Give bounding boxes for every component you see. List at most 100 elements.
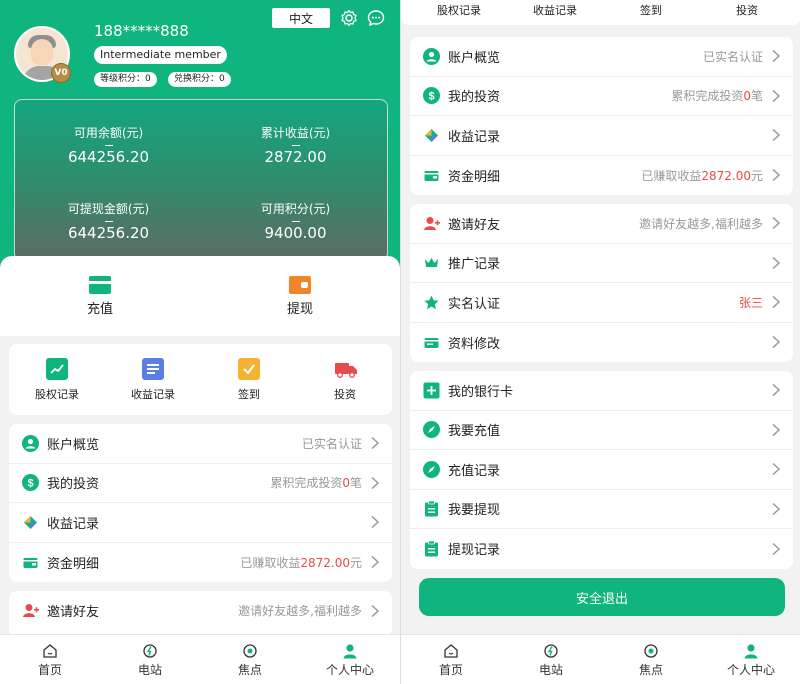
- target-icon: [644, 643, 658, 658]
- profile-header: V0 188*****888 Intermediate member 等级积分：…: [0, 0, 400, 300]
- menu-invite-friends[interactable]: 邀请好友 邀请好友越多,福利越多: [9, 591, 392, 631]
- dollar-circle-icon: $: [423, 87, 440, 105]
- menu-promo-records[interactable]: 推广记录: [410, 244, 793, 283]
- chevron-right-icon: [371, 516, 380, 529]
- quick-invest[interactable]: 投资: [297, 344, 393, 415]
- language-button[interactable]: 中文: [272, 8, 330, 28]
- menu-withdraw-records[interactable]: 提现记录: [410, 529, 793, 569]
- chevron-right-icon: [772, 50, 781, 63]
- bottom-tab-bar: 首页 电站 焦点 个人中心: [0, 634, 400, 684]
- menu-account-overview[interactable]: 账户概览 已实名认证: [9, 424, 392, 464]
- target-icon: [243, 643, 257, 658]
- compass-icon: [423, 460, 440, 478]
- available-balance: 可用余额(元) 644256.20: [67, 126, 150, 166]
- svg-text:$: $: [27, 478, 33, 490]
- chevron-right-icon: [371, 604, 380, 617]
- power-station-icon: [544, 643, 558, 658]
- plus-square-icon: [423, 382, 440, 399]
- diamond-icon: [24, 515, 37, 529]
- exchange-points: 兑换积分：0: [168, 72, 231, 87]
- quick-equity-records[interactable]: 股权记录: [409, 2, 509, 18]
- menu-invite-friends[interactable]: 邀请好友 邀请好友越多,福利越多: [410, 204, 793, 244]
- chevron-right-icon: [772, 502, 781, 515]
- profile-screen-top: V0 188*****888 Intermediate member 等级积分：…: [0, 0, 400, 684]
- menu-realname[interactable]: 实名认证 张三: [410, 283, 793, 323]
- chevron-right-icon: [371, 476, 380, 489]
- recharge-withdraw-card: 充值 提现: [0, 256, 400, 336]
- home-icon: [444, 643, 458, 658]
- chevron-right-icon: [772, 89, 781, 102]
- chart-clipboard-icon: [46, 357, 68, 380]
- quick-income-records[interactable]: 收益记录: [105, 344, 201, 415]
- quick-invest[interactable]: 投资: [697, 2, 797, 18]
- app-screens: V0 188*****888 Intermediate member 等级积分：…: [0, 0, 800, 684]
- wallet-icon: [424, 170, 439, 181]
- quick-equity-records[interactable]: 股权记录: [9, 344, 105, 415]
- quick-signin[interactable]: 签到: [201, 344, 297, 415]
- truck-icon: [334, 358, 357, 380]
- balance-summary-card: 可用余额(元) 644256.20 累计收益(元) 2872.00 可提现金额(…: [14, 99, 388, 261]
- menu-income-records[interactable]: 收益记录: [410, 116, 793, 156]
- crown-icon: [425, 258, 438, 268]
- svg-text:$: $: [428, 91, 434, 103]
- menu-income-records[interactable]: 收益记录: [9, 503, 392, 543]
- clipboard-icon: [425, 500, 438, 517]
- wallet-icon: [289, 275, 311, 294]
- tab-me[interactable]: 个人中心: [701, 635, 800, 684]
- chevron-right-icon: [772, 256, 781, 269]
- tab-station[interactable]: 电站: [501, 635, 601, 684]
- user-icon: [744, 643, 758, 658]
- chevron-right-icon: [772, 129, 781, 142]
- chevron-right-icon: [772, 384, 781, 397]
- chevron-right-icon: [772, 542, 781, 555]
- chevron-right-icon: [772, 296, 781, 309]
- add-user-icon: [23, 604, 39, 618]
- tab-station[interactable]: 电站: [100, 635, 200, 684]
- cumulative-earnings: 累计收益(元) 2872.00: [260, 126, 331, 166]
- dollar-circle-icon: $: [22, 474, 39, 492]
- chevron-right-icon: [772, 463, 781, 476]
- menu-account-overview[interactable]: 账户概览 已实名认证: [410, 37, 793, 77]
- account-menu-card: 账户概览 已实名认证 $ 我的投资 累积完成投资0笔 收益记录 资金明细 已赚取…: [410, 37, 793, 195]
- chevron-right-icon: [371, 556, 380, 569]
- recharge-button[interactable]: 充值: [0, 256, 200, 336]
- home-icon: [43, 643, 57, 658]
- chevron-right-icon: [772, 336, 781, 349]
- menu-fund-details[interactable]: 资金明细 已赚取收益2872.00元: [9, 543, 392, 583]
- card-icon: [89, 275, 111, 294]
- menu-my-investment[interactable]: $ 我的投资 累积完成投资0笔: [410, 77, 793, 116]
- profile-screen-bottom: 股权记录 收益记录 签到 投资 账户概览 已实名认证 $ 我的投资 累积完成投资…: [400, 0, 800, 684]
- withdraw-button[interactable]: 提现: [200, 256, 400, 336]
- menu-bank-card[interactable]: 我的银行卡: [410, 371, 793, 411]
- clipboard-icon: [425, 540, 438, 557]
- tab-home[interactable]: 首页: [401, 635, 501, 684]
- user-circle-icon: [22, 434, 39, 452]
- menu-fund-details[interactable]: 资金明细 已赚取收益2872.00元: [410, 156, 793, 196]
- logout-button[interactable]: 安全退出: [419, 578, 785, 616]
- quick-actions-labels: 股权记录 收益记录 签到 投资: [401, 0, 800, 25]
- menu-edit-profile[interactable]: 资料修改: [410, 323, 793, 363]
- message-icon[interactable]: [367, 9, 385, 27]
- finance-menu-card: 我的银行卡 我要充值 充值记录 我要提现 提现记录: [410, 371, 793, 569]
- tab-home[interactable]: 首页: [0, 635, 100, 684]
- settings-gear-icon[interactable]: [340, 9, 358, 27]
- chevron-right-icon: [772, 217, 781, 230]
- menu-my-investment[interactable]: $ 我的投资 累积完成投资0笔: [9, 464, 392, 503]
- quick-income-records[interactable]: 收益记录: [505, 2, 605, 18]
- user-phone: 188*****888: [94, 22, 189, 40]
- calendar-check-icon: [238, 357, 260, 380]
- chevron-right-icon: [772, 169, 781, 182]
- document-icon: [142, 357, 164, 380]
- diamond-icon: [425, 128, 438, 142]
- withdrawable-amount: 可提现金额(元) 644256.20: [67, 202, 150, 242]
- tab-me[interactable]: 个人中心: [300, 635, 400, 684]
- menu-recharge[interactable]: 我要充值: [410, 411, 793, 450]
- level-points: 等级积分：0: [94, 72, 157, 87]
- tab-focus[interactable]: 焦点: [200, 635, 300, 684]
- menu-withdraw[interactable]: 我要提现: [410, 490, 793, 529]
- menu-recharge-records[interactable]: 充值记录: [410, 450, 793, 490]
- tab-focus[interactable]: 焦点: [601, 635, 701, 684]
- quick-signin[interactable]: 签到: [601, 2, 701, 18]
- available-points: 可用积分(元) 9400.00: [260, 202, 331, 242]
- add-user-icon: [424, 216, 440, 230]
